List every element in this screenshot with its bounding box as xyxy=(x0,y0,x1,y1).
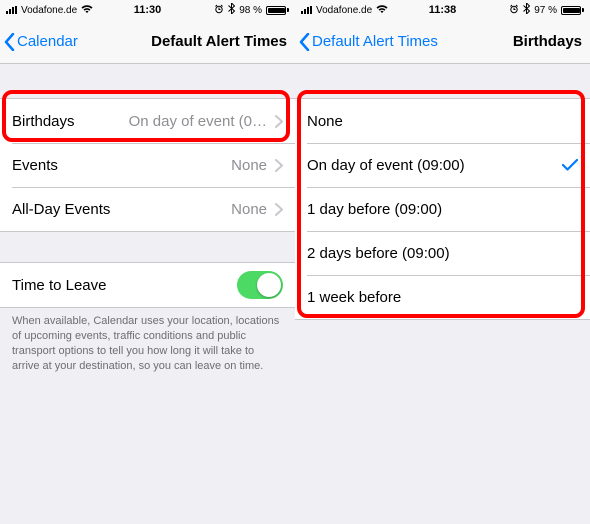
battery-icon xyxy=(266,6,289,15)
nav-bar: Default Alert Times Birthdays xyxy=(295,20,590,64)
chevron-left-icon xyxy=(4,33,15,51)
alarm-icon xyxy=(214,4,224,17)
time-to-leave-group: Time to Leave xyxy=(0,262,295,308)
option-row[interactable]: 1 day before (09:00) xyxy=(295,187,590,231)
screenshot-left: Vodafone.de 11:30 98 % Calendar Default … xyxy=(0,0,295,524)
alert-times-group: Birthdays On day of event (0… Events Non… xyxy=(0,98,295,232)
row-value: On day of event (0… xyxy=(129,113,267,130)
back-button[interactable]: Calendar xyxy=(0,33,78,51)
nav-title: Birthdays xyxy=(513,33,582,50)
chevron-right-icon xyxy=(275,115,283,128)
row-label: All-Day Events xyxy=(12,201,110,218)
back-button[interactable]: Default Alert Times xyxy=(295,33,438,51)
chevron-right-icon xyxy=(275,203,283,216)
status-bar: Vodafone.de 11:38 97 % xyxy=(295,0,590,20)
back-label: Calendar xyxy=(17,33,78,50)
row-label: Events xyxy=(12,157,58,174)
screenshot-right: Vodafone.de 11:38 97 % Default Alert Tim… xyxy=(295,0,590,524)
nav-title: Default Alert Times xyxy=(151,33,287,50)
chevron-left-icon xyxy=(299,33,310,51)
option-row[interactable]: 1 week before xyxy=(295,275,590,319)
carrier-label: Vodafone.de xyxy=(316,5,372,16)
battery-icon xyxy=(561,6,584,15)
time-to-leave-footer: When available, Calendar uses your locat… xyxy=(0,308,295,373)
nav-bar: Calendar Default Alert Times xyxy=(0,20,295,64)
option-row[interactable]: 2 days before (09:00) xyxy=(295,231,590,275)
signal-icon xyxy=(301,6,312,14)
option-label: 1 week before xyxy=(307,289,401,306)
row-label: Time to Leave xyxy=(12,277,107,294)
checkmark-icon xyxy=(562,159,578,171)
row-value: None xyxy=(231,201,267,218)
battery-pct: 98 % xyxy=(239,5,262,16)
alarm-icon xyxy=(509,4,519,17)
option-row[interactable]: None xyxy=(295,99,590,143)
bluetooth-icon xyxy=(228,3,235,17)
wifi-icon xyxy=(81,4,93,17)
carrier-label: Vodafone.de xyxy=(21,5,77,16)
row-label: Birthdays xyxy=(12,113,75,130)
back-label: Default Alert Times xyxy=(312,33,438,50)
option-label: 1 day before (09:00) xyxy=(307,201,442,218)
row-allday[interactable]: All-Day Events None xyxy=(0,187,295,231)
clock: 11:38 xyxy=(429,4,457,16)
row-birthdays[interactable]: Birthdays On day of event (0… xyxy=(0,99,295,143)
options-group: None On day of event (09:00) 1 day before … xyxy=(295,98,590,320)
signal-icon xyxy=(6,6,17,14)
option-label: On day of event (09:00) xyxy=(307,157,465,174)
option-label: 2 days before (09:00) xyxy=(307,245,450,262)
row-value: None xyxy=(231,157,267,174)
wifi-icon xyxy=(376,4,388,17)
option-row[interactable]: On day of event (09:00) xyxy=(295,143,590,187)
time-to-leave-toggle[interactable] xyxy=(237,271,283,299)
row-time-to-leave: Time to Leave xyxy=(0,263,295,307)
bluetooth-icon xyxy=(523,3,530,17)
chevron-right-icon xyxy=(275,159,283,172)
status-bar: Vodafone.de 11:30 98 % xyxy=(0,0,295,20)
row-events[interactable]: Events None xyxy=(0,143,295,187)
option-label: None xyxy=(307,113,343,130)
clock: 11:30 xyxy=(134,4,162,16)
battery-pct: 97 % xyxy=(534,5,557,16)
